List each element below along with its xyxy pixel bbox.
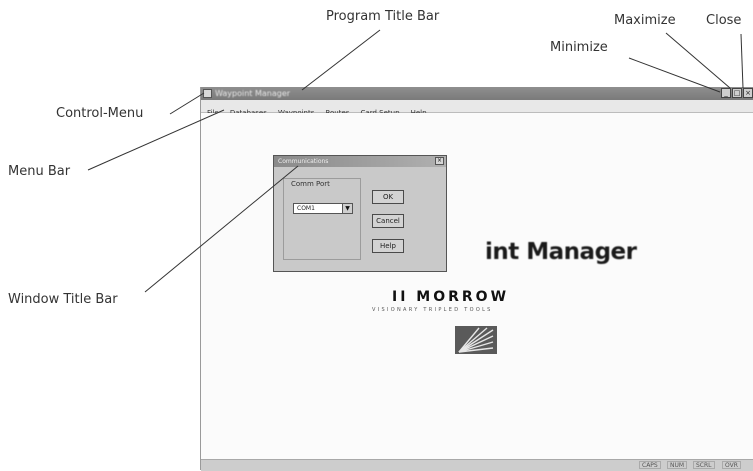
window-title-bar[interactable]: Communications × bbox=[274, 156, 446, 167]
callout-control-menu: Control-Menu bbox=[56, 106, 144, 121]
comm-port-label: Comm Port bbox=[291, 180, 330, 188]
ok-button[interactable]: OK bbox=[372, 190, 404, 204]
dialog-close-icon[interactable]: × bbox=[435, 157, 444, 165]
minimize-button[interactable]: _ bbox=[721, 88, 731, 98]
help-button[interactable]: Help bbox=[372, 239, 404, 253]
callout-program-title-bar: Program Title Bar bbox=[326, 9, 440, 24]
dialog-title: Communications bbox=[278, 158, 329, 165]
callout-menu-bar: Menu Bar bbox=[8, 164, 71, 179]
splash-title: int Manager bbox=[485, 239, 637, 265]
status-caps: CAPS bbox=[639, 461, 661, 469]
comm-port-select[interactable]: COM1 ▼ bbox=[293, 203, 353, 214]
callout-window-title-bar: Window Title Bar bbox=[8, 292, 118, 307]
menu-bar: File Databases Waypoints Routes Card Set… bbox=[201, 100, 753, 117]
comm-port-value: COM1 bbox=[297, 205, 315, 212]
callout-minimize: Minimize bbox=[550, 40, 608, 55]
chevron-down-icon[interactable]: ▼ bbox=[342, 204, 352, 213]
status-scrl: SCRL bbox=[693, 461, 715, 469]
callout-close: Close bbox=[706, 13, 742, 28]
program-title-text: Waypoint Manager bbox=[215, 89, 291, 98]
callout-maximize: Maximize bbox=[614, 13, 676, 28]
status-num: NUM bbox=[667, 461, 688, 469]
status-bar: CAPS NUM SCRL OVR bbox=[201, 459, 753, 471]
brand-tagline: VISIONARY TRIPLED TOOLS bbox=[372, 307, 493, 313]
application-window: Waypoint Manager _ □ × File Databases Wa… bbox=[200, 87, 753, 471]
logo-icon bbox=[455, 326, 497, 354]
comm-port-group bbox=[283, 178, 361, 260]
close-button[interactable]: × bbox=[743, 88, 753, 98]
program-title-bar[interactable]: Waypoint Manager _ □ × bbox=[201, 87, 753, 100]
control-menu-icon[interactable] bbox=[203, 89, 212, 98]
status-ovr: OVR bbox=[722, 461, 741, 469]
maximize-button[interactable]: □ bbox=[732, 88, 742, 98]
cancel-button[interactable]: Cancel bbox=[372, 214, 404, 228]
brand-name: II MORROW bbox=[392, 289, 510, 305]
communications-dialog: Communications × Comm Port COM1 ▼ OK Can… bbox=[273, 155, 447, 272]
